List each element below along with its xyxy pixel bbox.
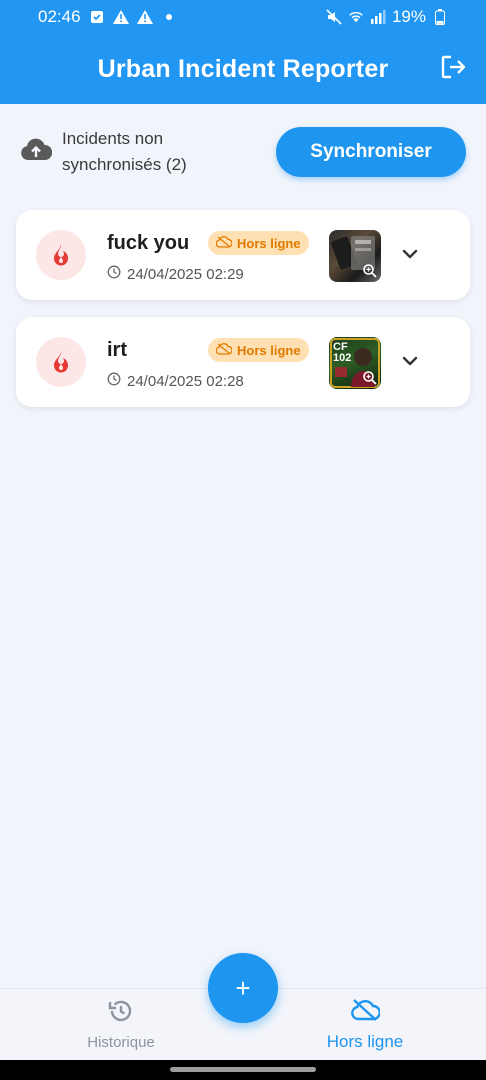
app-bar: Urban Incident Reporter xyxy=(0,34,486,104)
nav-history-label: Historique xyxy=(87,1034,155,1051)
incident-date: 24/04/2025 02:28 xyxy=(107,372,244,390)
clock-icon xyxy=(107,372,121,390)
battery-text: 19% xyxy=(391,7,426,26)
cloud-upload-icon xyxy=(20,138,53,167)
expand-button[interactable] xyxy=(399,244,421,266)
offline-badge: Hors ligne xyxy=(208,338,309,362)
nav-item-offline[interactable]: Hors ligne xyxy=(285,997,445,1057)
unsynced-count-text: Incidents non synchronisés (2) xyxy=(62,129,187,174)
wifi-icon xyxy=(348,9,364,25)
sync-button[interactable]: Synchroniser xyxy=(276,127,466,177)
nav-offline-label: Hors ligne xyxy=(326,1032,404,1051)
cloud-off-icon xyxy=(350,997,381,1028)
incident-date-text: 24/04/2025 02:29 xyxy=(127,265,244,283)
incident-list: fuck you Hors ligne 24/04/2025 02:29 irt… xyxy=(16,210,470,424)
battery-icon xyxy=(432,9,448,25)
unsynced-header: Incidents non synchronisés (2) Synchroni… xyxy=(0,104,486,200)
unsynced-info: Incidents non synchronisés (2) xyxy=(20,126,212,178)
dot-icon xyxy=(161,9,177,25)
fire-icon xyxy=(36,337,86,387)
incident-date-text: 24/04/2025 02:28 xyxy=(127,372,244,390)
status-bar: 02:46 19% xyxy=(0,0,486,34)
status-left: 02:46 xyxy=(38,7,177,27)
cloud-off-icon xyxy=(215,342,233,358)
zoom-in-icon xyxy=(362,263,378,279)
incident-title: irt xyxy=(107,339,127,361)
nav-item-history[interactable]: Historique xyxy=(41,997,201,1057)
zoom-in-icon xyxy=(362,370,378,386)
thumbnail-text: CF 102 xyxy=(333,341,352,364)
chevron-down-icon xyxy=(402,246,418,264)
history-icon xyxy=(107,997,135,1030)
incident-card[interactable]: irt Hors ligne 24/04/2025 02:28 CF 102 xyxy=(16,317,470,407)
offline-badge: Hors ligne xyxy=(208,231,309,255)
warning-icon xyxy=(112,9,129,25)
fire-icon xyxy=(36,230,86,280)
home-indicator[interactable] xyxy=(170,1067,316,1072)
mute-icon xyxy=(326,9,342,25)
status-time: 02:46 xyxy=(38,7,81,26)
expand-button[interactable] xyxy=(399,351,421,373)
incident-photo-thumbnail[interactable]: CF 102 xyxy=(329,337,381,389)
offline-badge-label: Hors ligne xyxy=(237,342,301,358)
cloud-off-icon xyxy=(215,235,233,251)
check-notification-icon xyxy=(89,9,105,25)
signal-icon xyxy=(370,9,386,25)
logout-button[interactable] xyxy=(436,52,470,86)
clock-icon xyxy=(107,265,121,283)
warning-icon xyxy=(136,9,153,25)
add-incident-button[interactable]: + xyxy=(208,953,278,1023)
incident-date: 24/04/2025 02:29 xyxy=(107,265,244,283)
chevron-down-icon xyxy=(402,353,418,371)
status-right: 19% xyxy=(326,7,448,27)
page-title: Urban Incident Reporter xyxy=(97,54,389,83)
logout-icon xyxy=(439,53,467,86)
incident-title: fuck you xyxy=(107,232,190,254)
offline-badge-label: Hors ligne xyxy=(237,235,301,251)
incident-card[interactable]: fuck you Hors ligne 24/04/2025 02:29 xyxy=(16,210,470,300)
incident-photo-thumbnail[interactable] xyxy=(329,230,381,282)
